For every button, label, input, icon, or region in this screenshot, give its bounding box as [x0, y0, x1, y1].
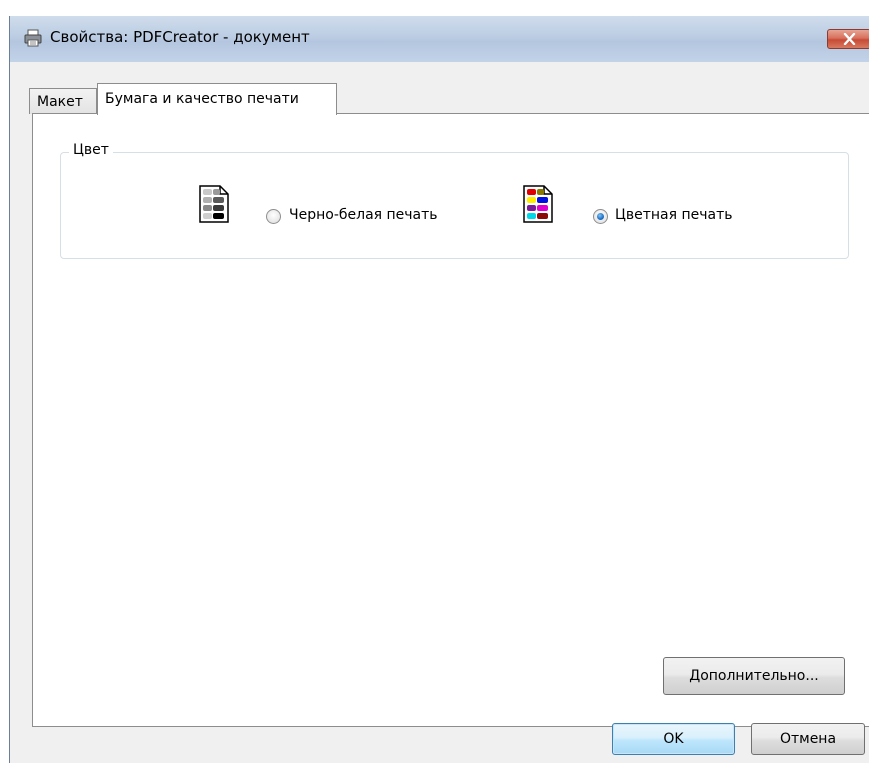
- color-groupbox: Цвет Черно-белая печать Цветная печать: [60, 142, 849, 259]
- radio-selected-dot: [597, 213, 604, 220]
- tab-paper-quality-label: Бумага и качество печати: [105, 91, 299, 107]
- grayscale-document-icon: [199, 185, 229, 223]
- bw-print-label[interactable]: Черно-белая печать: [289, 207, 438, 223]
- color-print-label[interactable]: Цветная печать: [615, 207, 733, 223]
- advanced-button[interactable]: Дополнительно...: [663, 657, 845, 695]
- ok-button[interactable]: OK: [612, 723, 735, 755]
- color-document-icon: [523, 185, 553, 223]
- tab-layout[interactable]: Макет: [29, 88, 97, 114]
- tab-panel-paper-quality: Цвет Черно-белая печать Цветная печать Д…: [32, 113, 869, 727]
- tab-layout-label: Макет: [37, 94, 83, 110]
- tab-paper-quality[interactable]: Бумага и качество печати: [97, 83, 337, 115]
- bw-print-radio[interactable]: [266, 209, 281, 224]
- properties-dialog: Свойства: PDFCreator - документ Макет Бу…: [9, 16, 869, 763]
- printer-icon: [24, 29, 42, 47]
- title-bar[interactable]: Свойства: PDFCreator - документ: [10, 16, 869, 62]
- window-title: Свойства: PDFCreator - документ: [50, 28, 310, 46]
- color-group-legend: Цвет: [69, 142, 113, 158]
- close-button[interactable]: [827, 29, 869, 49]
- close-icon: [843, 33, 856, 45]
- cancel-button[interactable]: Отмена: [751, 723, 865, 755]
- color-print-radio[interactable]: [593, 209, 608, 224]
